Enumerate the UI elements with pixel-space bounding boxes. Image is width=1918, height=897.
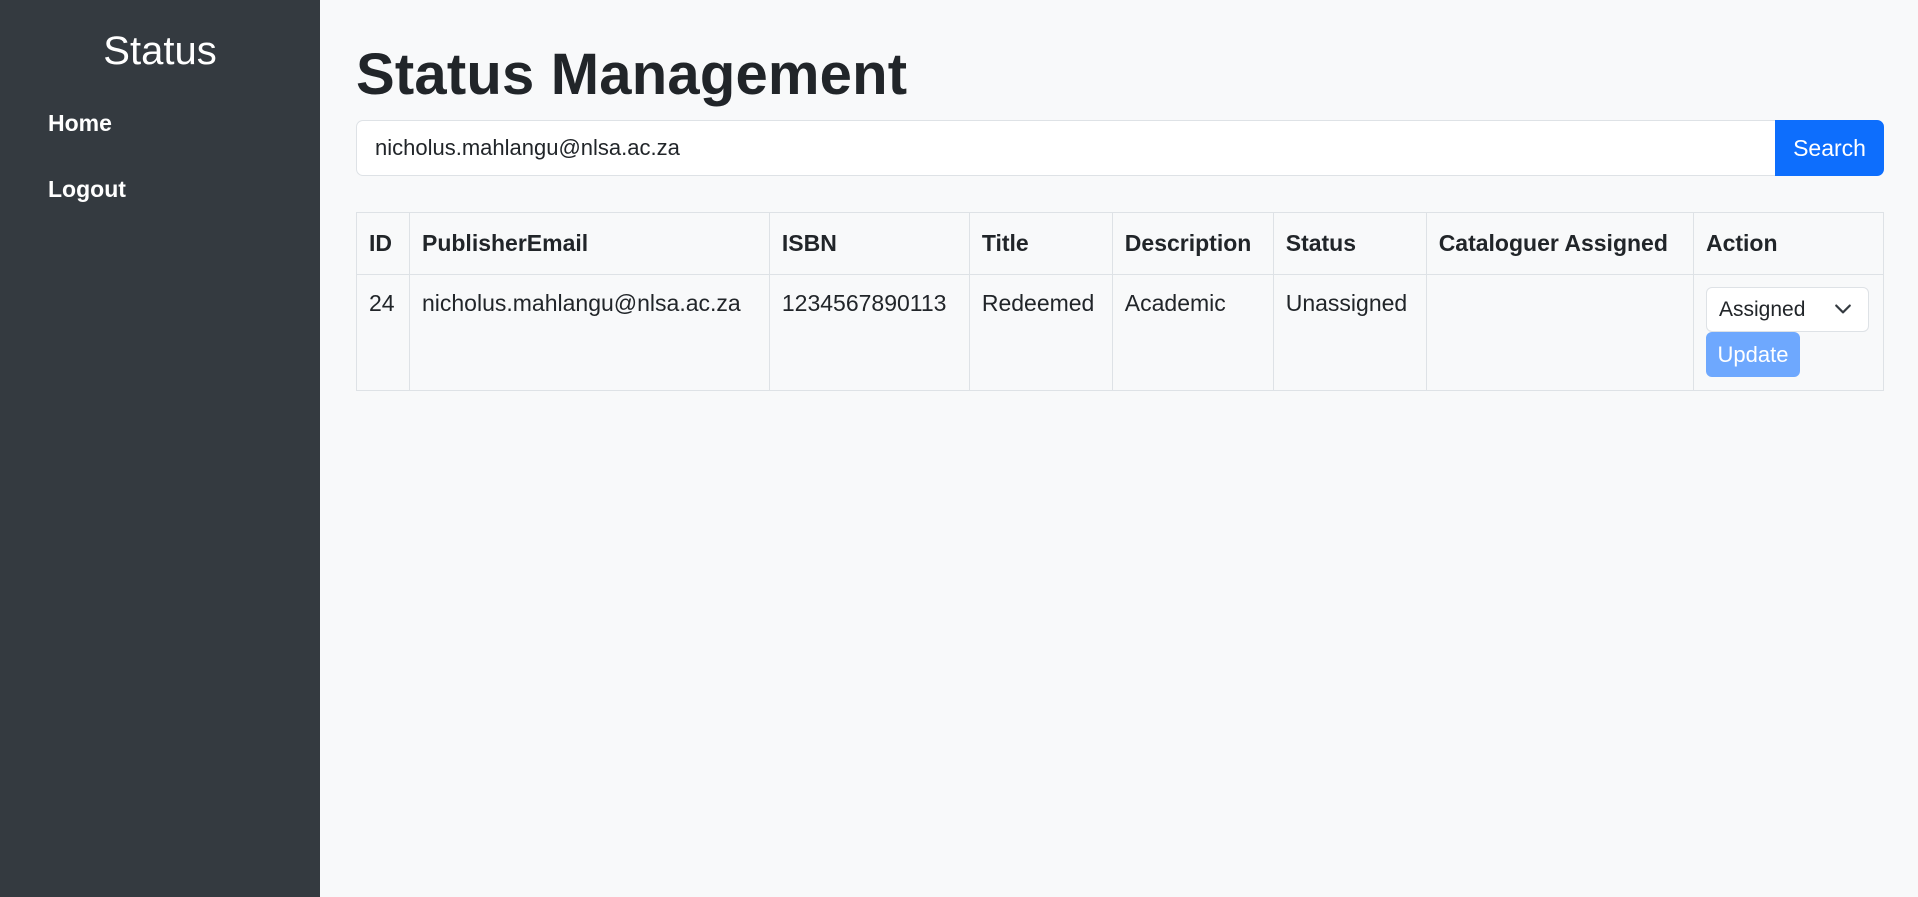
page-title: Status Management [356,42,908,107]
table-header-row: ID PublisherEmail ISBN Title Description… [356,212,1885,275]
sidebar-item-home[interactable]: Home [0,102,320,168]
cell-id: 24 [356,274,410,391]
table-body: 24 nicholus.mahlangu@nlsa.ac.za 12345678… [356,274,1885,391]
column-header-publisher-email: PublisherEmail [408,212,770,275]
cell-status: Unassigned [1272,274,1427,391]
main-content: Status Management Search ID PublisherEma… [320,0,1918,897]
chevron-down-icon [1835,304,1851,314]
cell-description: Academic [1111,274,1274,391]
status-select-value: Assigned [1718,297,1806,321]
table-header: ID PublisherEmail ISBN Title Description… [356,212,1885,275]
cell-title: Redeemed [968,274,1113,391]
status-table: ID PublisherEmail ISBN Title Description… [356,212,1885,391]
status-select[interactable]: Assigned [1705,287,1869,332]
column-header-description: Description [1111,212,1274,275]
column-header-cataloguer-assigned: Cataloguer Assigned [1425,212,1694,275]
update-button[interactable]: Update [1705,332,1800,377]
column-header-action: Action [1692,212,1885,275]
sidebar-title: Status [103,29,217,73]
column-header-isbn: ISBN [768,212,970,275]
search-bar: Search [356,120,1884,176]
column-header-title: Title [968,212,1113,275]
table-row: 24 nicholus.mahlangu@nlsa.ac.za 12345678… [356,274,1885,391]
search-input[interactable] [356,120,1775,176]
cell-isbn: 1234567890113 [768,274,970,391]
sidebar: Status Home Logout [0,0,320,897]
search-button[interactable]: Search [1775,120,1884,176]
column-header-status: Status [1272,212,1427,275]
column-header-id: ID [356,212,410,275]
cell-action: Assigned Update [1692,274,1885,391]
app-root: Status Home Logout Status Management Sea… [0,0,1918,897]
sidebar-item-logout[interactable]: Logout [0,168,320,234]
cell-publisher-email: nicholus.mahlangu@nlsa.ac.za [408,274,770,391]
cell-cataloguer-assigned [1425,274,1694,391]
